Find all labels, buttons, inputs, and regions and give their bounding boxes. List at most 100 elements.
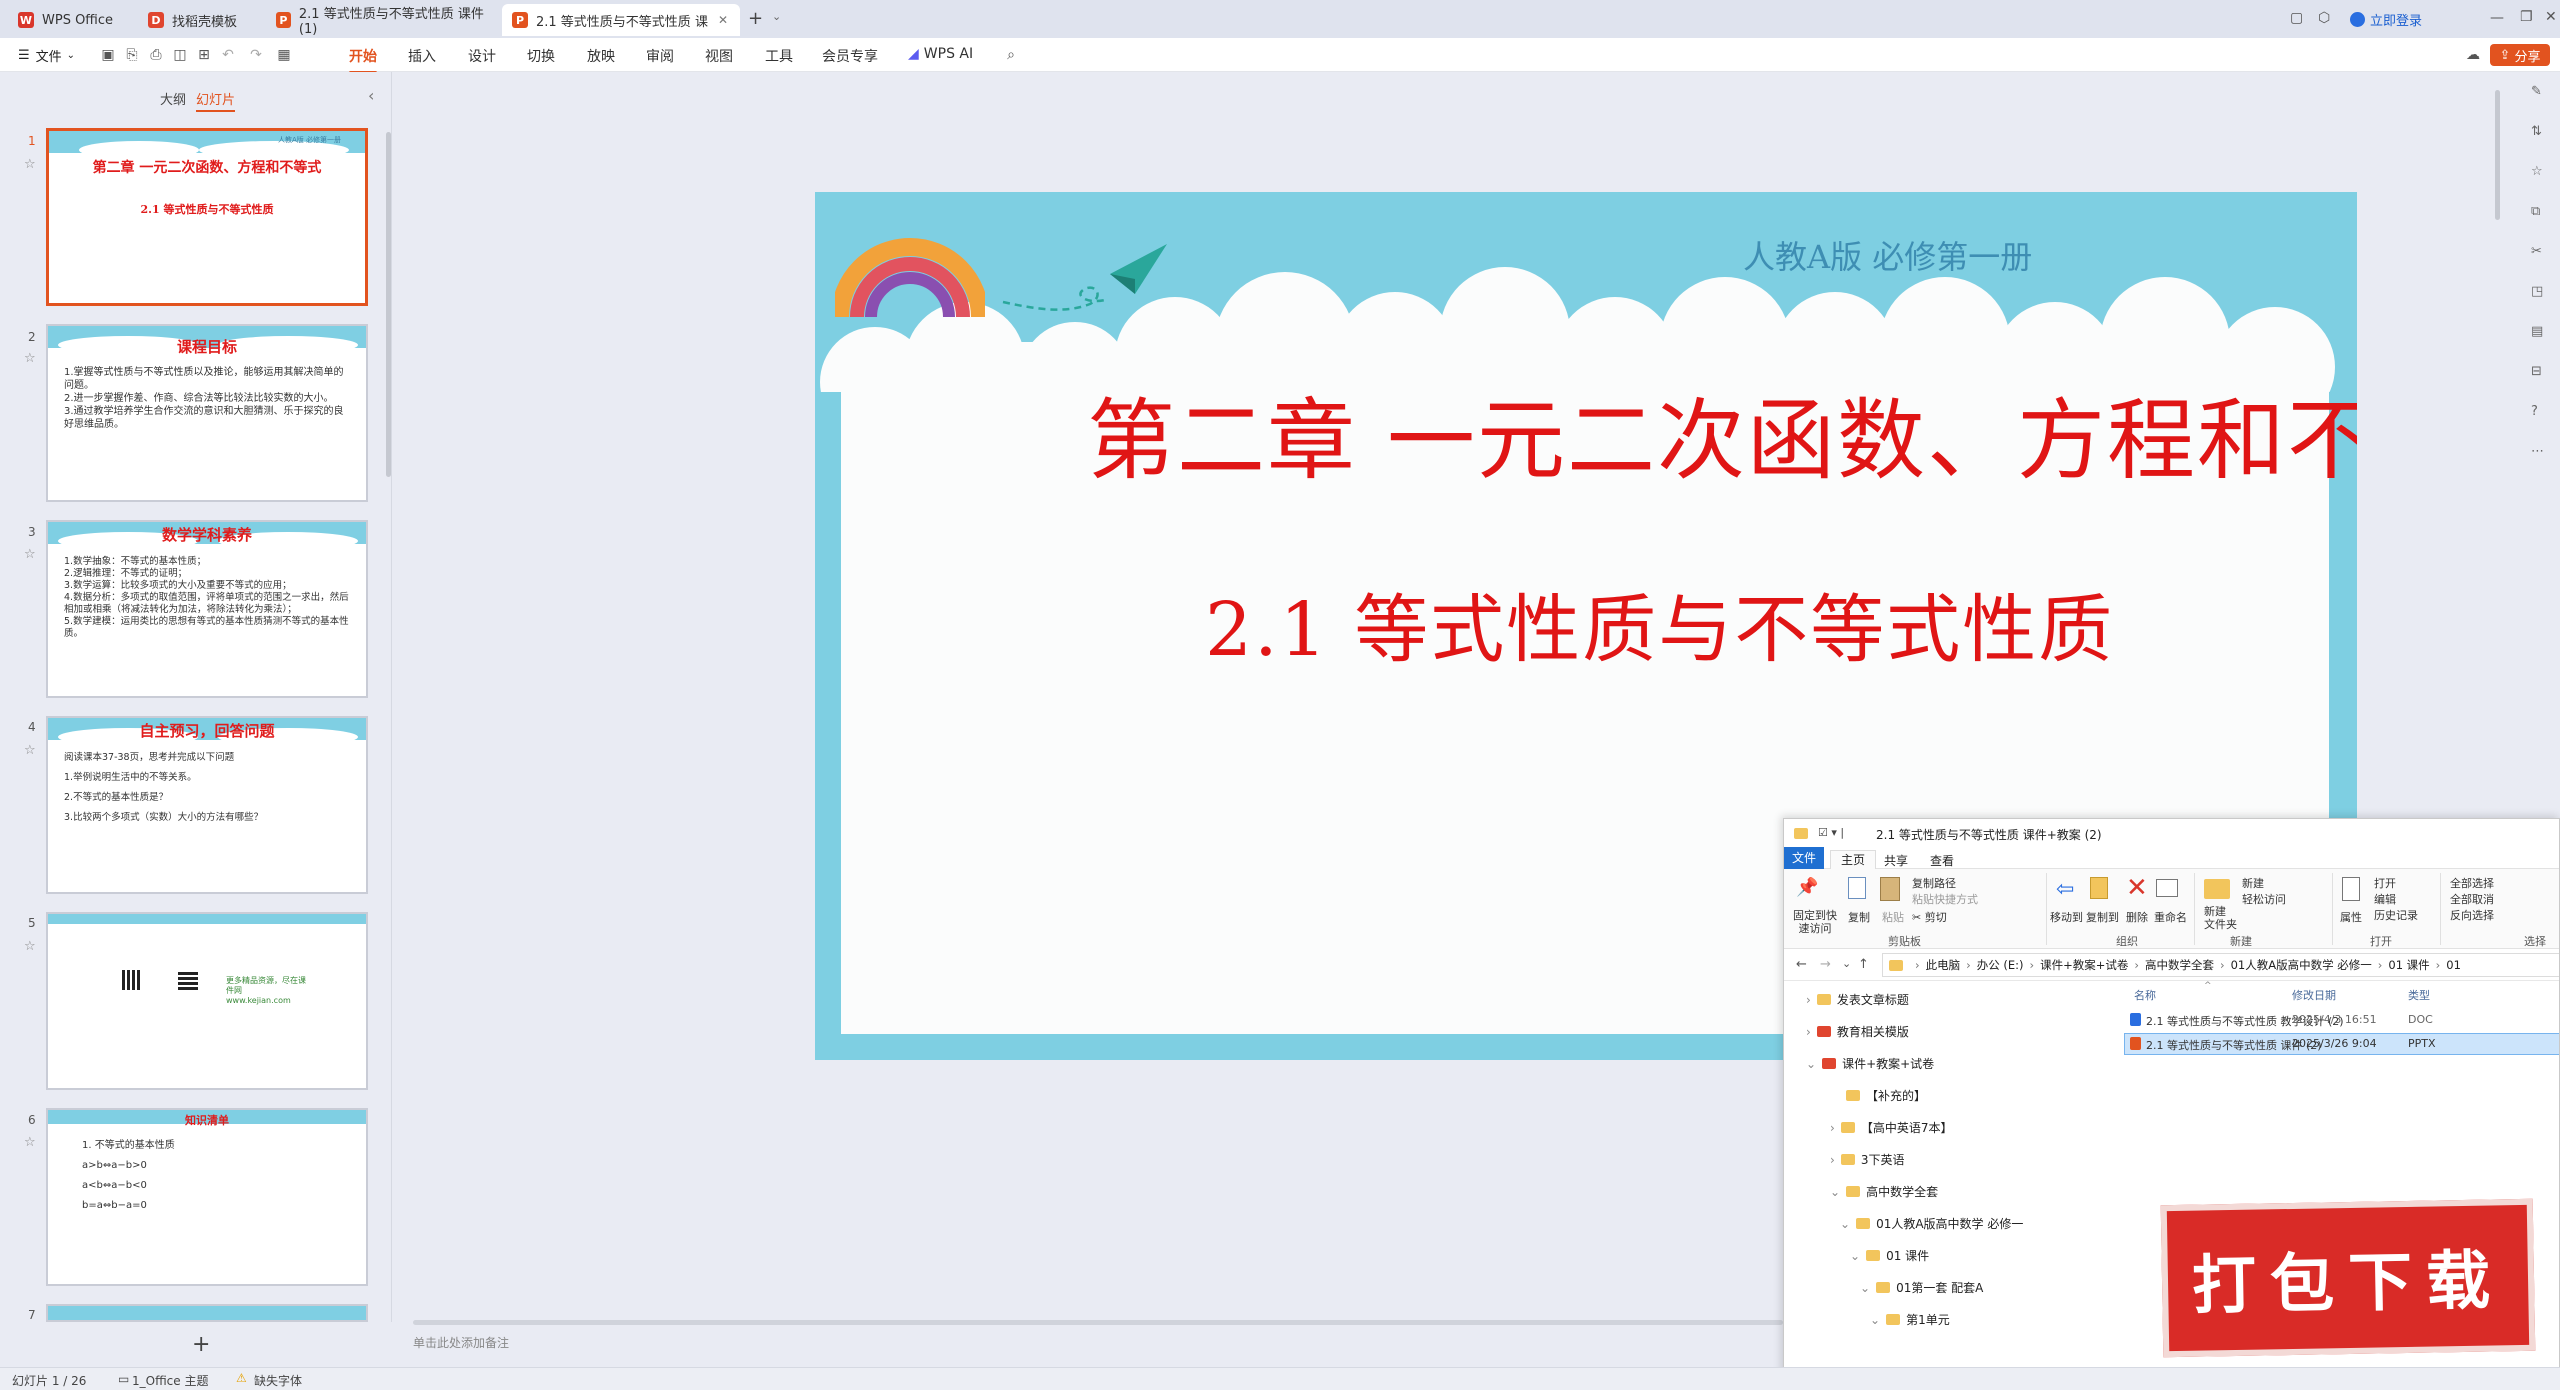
tree-item[interactable]: ⌄ 01 课件 xyxy=(1850,1247,1929,1264)
tab-document-active[interactable]: P 2.1 等式性质与不等式性质 课 ✕ xyxy=(502,4,740,36)
slide-thumbnail-3[interactable]: 数学学科素养 1.数学抽象：不等式的基本性质； 2.逻辑推理：不等式的证明； 3… xyxy=(46,520,368,698)
breadcrumb-item[interactable]: 办公 (E:) xyxy=(1977,957,2024,973)
up-icon[interactable]: ↑ xyxy=(1858,957,1869,972)
slide-thumbnail-5[interactable]: 更多精品资源，尽在课件网 www.kejian.com xyxy=(46,912,368,1090)
file-row-selected[interactable]: 2.1 等式性质与不等式性质 课件 (2) 2025/3/26 9:04 PPT… xyxy=(2124,1033,2559,1055)
tree-item[interactable]: ⌄ 第1单元 xyxy=(1870,1311,1950,1328)
tree-item[interactable]: ⌄ 课件+教案+试卷 xyxy=(1806,1055,1934,1072)
share-button[interactable]: ⇪ 分享 xyxy=(2490,44,2550,66)
box-icon[interactable]: ⬡ xyxy=(2318,10,2330,26)
recent-locations-icon[interactable]: ⌄ xyxy=(1842,957,1851,970)
minimize-icon[interactable]: — xyxy=(2490,10,2504,26)
star-icon[interactable]: ☆ xyxy=(24,939,36,954)
redo-icon[interactable]: ↷ xyxy=(248,47,264,63)
pin-icon[interactable]: 📌 xyxy=(1796,877,1818,898)
breadcrumb[interactable]: › 此电脑 › 办公 (E:) › 课件+教案+试卷 › 高中数学全套 › 01… xyxy=(1882,953,2559,977)
tree-item[interactable]: › 【高中英语7本】 xyxy=(1830,1119,1952,1136)
open-button[interactable]: 打开 xyxy=(2374,875,2396,891)
more-icon[interactable]: ▦ xyxy=(276,47,292,63)
tree-item[interactable]: › 教育相关模版 xyxy=(1806,1023,1909,1040)
thumbnail-scrollbar[interactable] xyxy=(386,132,391,477)
star-icon[interactable]: ☆ xyxy=(24,351,36,366)
menu-wps-ai[interactable]: ◢ WPS AI xyxy=(908,46,973,62)
menu-insert[interactable]: 插入 xyxy=(408,46,436,66)
more-icon[interactable]: ⋯ xyxy=(2531,444,2544,459)
edit-button[interactable]: 编辑 xyxy=(2374,891,2396,907)
notes-placeholder[interactable]: 单击此处添加备注 xyxy=(413,1334,509,1351)
vertical-scrollbar[interactable] xyxy=(2495,90,2500,220)
format-icon[interactable]: ⊞ xyxy=(196,47,212,63)
slide-thumbnail-7[interactable] xyxy=(46,1304,368,1322)
quick-access-icons[interactable]: ☑ ▾ | xyxy=(1818,826,1844,839)
close-window-icon[interactable]: ✕ xyxy=(2545,9,2557,25)
restore-icon[interactable]: ❐ xyxy=(2520,9,2533,25)
breadcrumb-item[interactable]: 01 课件 xyxy=(2388,957,2429,973)
breadcrumb-item[interactable]: 01人教A版高中数学 必修一 xyxy=(2231,957,2372,973)
breadcrumb-item[interactable]: 此电脑 xyxy=(1926,957,1961,973)
ribbon-tab-view[interactable]: 查看 xyxy=(1930,852,1954,869)
ribbon-tab-home[interactable]: 主页 xyxy=(1830,850,1877,869)
print-icon[interactable]: ⎙ xyxy=(148,47,164,63)
horizontal-scrollbar[interactable] xyxy=(413,1320,1783,1325)
file-menu[interactable]: ☰ 文件 ⌄ xyxy=(18,46,75,65)
login-button[interactable]: 立即登录 xyxy=(2350,10,2422,29)
search-icon[interactable]: ⌕ xyxy=(1003,47,1019,63)
section-title[interactable]: 2.1 等式性质与不等式性质 xyxy=(1205,570,2114,677)
properties-button[interactable]: 属性 xyxy=(2340,909,2362,925)
close-icon[interactable]: ✕ xyxy=(718,13,728,27)
delete-button[interactable]: 删除 xyxy=(2126,909,2148,925)
rename-button[interactable]: 重命名 xyxy=(2154,909,2187,925)
chevron-down-icon[interactable]: ⌄ xyxy=(772,10,781,23)
tools-icon[interactable]: ✂ xyxy=(2531,244,2542,259)
missing-font-button[interactable]: 缺失字体 xyxy=(254,1372,302,1389)
invert-selection-button[interactable]: 反向选择 xyxy=(2450,907,2494,923)
export-icon[interactable]: ⎘ xyxy=(124,47,140,63)
collapse-panel-icon[interactable]: ‹ xyxy=(368,86,374,105)
download-package-badge[interactable]: 打包下载 xyxy=(2160,1198,2536,1358)
add-slide-button[interactable]: + xyxy=(192,1332,210,1357)
menu-home[interactable]: 开始 xyxy=(349,46,377,74)
file-row[interactable]: 2.1 等式性质与不等式性质 教学设计 (2) 2025/4/3 16:51 D… xyxy=(2124,1009,2559,1031)
column-date[interactable]: 修改日期 xyxy=(2292,987,2336,1003)
menu-tools[interactable]: 工具 xyxy=(765,46,793,66)
paste-button[interactable]: 粘贴 xyxy=(1882,909,1904,925)
copy-to-button[interactable]: 复制到 xyxy=(2086,909,2119,925)
move-to-button[interactable]: 移动到 xyxy=(2050,909,2083,925)
copy-path-button[interactable]: 复制路径 xyxy=(1912,875,1956,891)
history-button[interactable]: 历史记录 xyxy=(2374,907,2418,923)
tree-item[interactable]: › 发表文章标题 xyxy=(1806,991,1909,1008)
tree-item[interactable]: ⌄ 高中数学全套 xyxy=(1830,1183,1938,1200)
slide-thumbnail-4[interactable]: 自主预习，回答问题 阅读课本37-38页，思考并完成以下问题 1.举例说明生活中… xyxy=(46,716,368,894)
slide-thumbnail-6[interactable]: 知识清单 1. 不等式的基本性质 a>b⇔a−b>0 a<b⇔a−b<0 b=a… xyxy=(46,1108,368,1286)
undo-icon[interactable]: ↶ xyxy=(220,47,236,63)
breadcrumb-item[interactable]: 高中数学全套 xyxy=(2145,957,2214,973)
back-icon[interactable]: ← xyxy=(1796,957,1807,972)
breadcrumb-item[interactable]: 01 xyxy=(2446,958,2461,972)
save-icon[interactable]: ▣ xyxy=(100,47,116,63)
ribbon-tab-file[interactable]: 文件 xyxy=(1784,847,1824,869)
menu-review[interactable]: 审阅 xyxy=(646,46,674,66)
new-folder-button[interactable]: 新建 文件夹 xyxy=(2204,905,2237,931)
column-name[interactable]: 名称 xyxy=(2134,987,2156,1003)
help-icon[interactable]: ? xyxy=(2531,404,2538,419)
tab-docer[interactable]: D 找稻壳模板 xyxy=(138,4,268,36)
select-none-button[interactable]: 全部取消 xyxy=(2450,891,2494,907)
cut-button[interactable]: ✂ 剪切 xyxy=(1912,909,1947,925)
tree-item[interactable]: 【补充的】 xyxy=(1846,1087,1926,1104)
menu-view[interactable]: 视图 xyxy=(705,46,733,66)
paste-shortcut-button[interactable]: 粘贴快捷方式 xyxy=(1912,891,1978,907)
cloud-icon[interactable]: ☁ xyxy=(2465,47,2481,63)
star-icon[interactable]: ☆ xyxy=(24,157,36,172)
sort-icon[interactable]: ⇅ xyxy=(2531,124,2542,139)
tab-outline[interactable]: 大纲 xyxy=(160,89,186,108)
tree-item[interactable]: ⌄ 01第一套 配套A xyxy=(1860,1279,1983,1296)
tree-item[interactable]: ⌄ 01人教A版高中数学 必修一 xyxy=(1840,1215,2023,1232)
star-icon[interactable]: ☆ xyxy=(24,1135,36,1150)
menu-transition[interactable]: 切换 xyxy=(527,46,555,66)
preview-icon[interactable]: ◫ xyxy=(172,47,188,63)
pin-quick-access-button[interactable]: 固定到快速访问 xyxy=(1790,909,1840,935)
menu-design[interactable]: 设计 xyxy=(468,46,496,66)
forward-icon[interactable]: → xyxy=(1820,957,1831,972)
copy-button[interactable]: 复制 xyxy=(1848,909,1870,925)
star-icon[interactable]: ☆ xyxy=(2531,164,2543,179)
